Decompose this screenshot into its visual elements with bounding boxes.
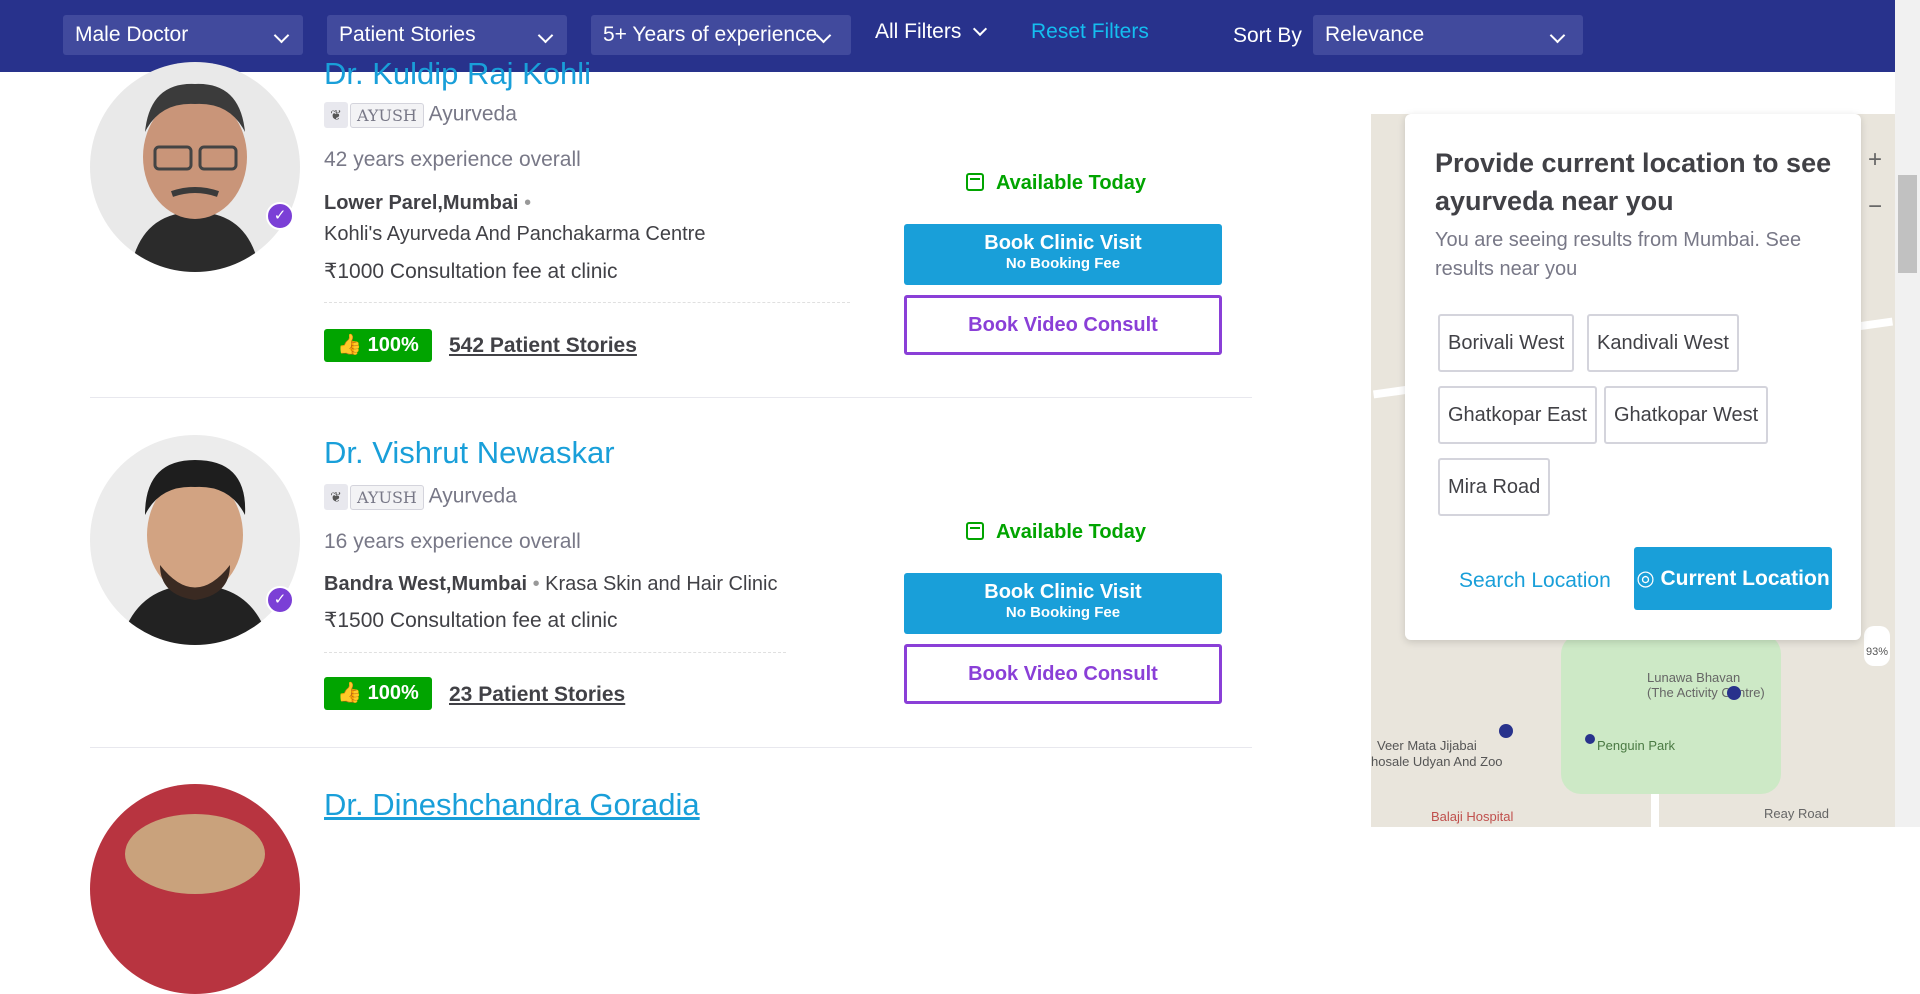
map-label: Balaji Hospital <box>1431 809 1514 824</box>
doctor-name-link[interactable]: Dr. Kuldip Raj Kohli <box>324 56 591 92</box>
card-divider <box>90 747 1252 748</box>
location-chip[interactable]: Ghatkopar West <box>1604 386 1769 444</box>
current-location-button[interactable]: ◎ Current Location <box>1634 547 1832 610</box>
map-label: Reay Road <box>1764 806 1830 821</box>
location-chip[interactable]: Mira Road <box>1438 458 1551 516</box>
doctor-avatar[interactable] <box>90 435 300 645</box>
verified-icon: ✓ <box>266 586 294 614</box>
consultation-fee: ₹1000 Consultation fee at clinic <box>324 260 618 283</box>
page-scrollbar[interactable] <box>1895 0 1920 827</box>
rating-badge: 👍 100% <box>324 677 432 710</box>
rating-value: 100% <box>367 682 419 704</box>
locality-label: Lower Parel,Mumbai <box>324 192 519 214</box>
experience-dropdown-label: 5+ Years of experience <box>603 23 818 46</box>
locality: Lower Parel,Mumbai • <box>324 192 532 214</box>
consultation-fee: ₹1500 Consultation fee at clinic <box>324 609 618 632</box>
location-popup: Provide current location to see ayurveda… <box>1405 114 1861 640</box>
clinic-name: Kohli's Ayurveda And Panchakarma Centre <box>324 223 706 245</box>
map-pin[interactable] <box>1585 734 1595 744</box>
reset-filters-link[interactable]: Reset Filters <box>1031 20 1149 44</box>
chevron-down-icon <box>537 27 554 44</box>
ayush-badge: AYUSH <box>350 484 424 510</box>
availability-label: Available Today <box>995 172 1147 194</box>
divider <box>324 652 786 653</box>
card-divider <box>90 397 1252 398</box>
map-rating-marker[interactable]: 93% <box>1864 626 1890 666</box>
stories-dropdown-label: Patient Stories <box>339 23 476 46</box>
map-label: Penguin Park <box>1597 738 1676 753</box>
verified-icon: ✓ <box>266 202 294 230</box>
locality: Bandra West,Mumbai • Krasa Skin and Hair… <box>324 573 778 595</box>
current-location-label: Current Location <box>1660 567 1830 590</box>
scrollbar-thumb[interactable] <box>1898 175 1917 273</box>
sort-dropdown-label: Relevance <box>1325 23 1425 46</box>
availability: Available Today <box>886 172 1226 195</box>
book-clinic-label: Book Clinic Visit <box>984 581 1142 603</box>
book-clinic-label: Book Clinic Visit <box>984 232 1142 254</box>
zoom-in-button[interactable]: + <box>1860 146 1890 176</box>
map-label: hosale Udyan And Zoo <box>1371 754 1503 769</box>
availability: Available Today <box>886 521 1226 544</box>
experience-dropdown[interactable]: 5+ Years of experience <box>591 15 851 55</box>
doctor-name-link[interactable]: Dr. Vishrut Newaskar <box>324 435 615 471</box>
stories-dropdown[interactable]: Patient Stories <box>327 15 567 55</box>
map-label: Lunawa Bhavan <box>1647 670 1741 685</box>
doctor-name-link[interactable]: Dr. Dineshchandra Goradia <box>324 787 700 823</box>
ayush-badge: AYUSH <box>350 102 424 128</box>
book-clinic-visit-button[interactable]: Book Clinic Visit No Booking Fee <box>904 224 1222 285</box>
location-chip[interactable]: Ghatkopar East <box>1438 386 1597 444</box>
gender-dropdown-label: Male Doctor <box>75 23 189 46</box>
calendar-icon <box>965 522 984 540</box>
sort-by-label: Sort By <box>1233 24 1302 47</box>
rating-badge: 👍 100% <box>324 329 432 362</box>
clinic-name: Krasa Skin and Hair Clinic <box>545 573 778 595</box>
map-park <box>1561 634 1781 794</box>
chevron-down-icon <box>273 27 290 44</box>
location-chip[interactable]: Kandivali West <box>1587 314 1739 372</box>
patient-stories-link[interactable]: 542 Patient Stories <box>449 334 637 358</box>
chevron-down-icon <box>1549 27 1566 44</box>
no-booking-fee-label: No Booking Fee <box>1005 255 1121 272</box>
patient-stories-link[interactable]: 23 Patient Stories <box>449 683 625 707</box>
book-clinic-visit-button[interactable]: Book Clinic Visit No Booking Fee <box>904 573 1222 634</box>
ayush-icon: ❦ <box>324 484 348 510</box>
locality-label: Bandra West,Mumbai <box>324 573 527 595</box>
map-label: Veer Mata Jijabai <box>1377 738 1477 753</box>
sort-dropdown[interactable]: Relevance <box>1313 15 1583 55</box>
specialty-label: Ayurveda <box>428 102 517 126</box>
search-location-link[interactable]: Search Location <box>1459 569 1611 593</box>
specialty-label: Ayurveda <box>428 484 517 508</box>
experience-text: 42 years experience overall <box>324 148 581 171</box>
no-booking-fee-label: No Booking Fee <box>1005 604 1121 621</box>
gender-dropdown[interactable]: Male Doctor <box>63 15 303 55</box>
availability-label: Available Today <box>995 521 1147 543</box>
popup-title: Provide current location to see ayurveda… <box>1435 148 1832 216</box>
experience-text: 16 years experience overall <box>324 530 581 553</box>
ayush-icon: ❦ <box>324 102 348 128</box>
all-filters-label: All Filters <box>875 20 962 43</box>
chevron-down-icon <box>815 27 832 44</box>
chevron-down-icon <box>973 21 988 37</box>
rating-value: 100% <box>367 334 419 356</box>
doctor-avatar[interactable] <box>90 62 300 272</box>
map-pin[interactable] <box>1499 724 1513 738</box>
zoom-out-button[interactable]: − <box>1860 193 1890 223</box>
specialty: ❦ AYUSH Ayurveda <box>324 102 517 128</box>
book-video-consult-button[interactable]: Book Video Consult <box>904 644 1222 704</box>
all-filters-button[interactable]: All Filters <box>875 20 988 44</box>
popup-subtitle: You are seeing results from Mumbai. See … <box>1435 229 1802 280</box>
calendar-icon <box>965 173 984 191</box>
doctor-avatar[interactable] <box>90 784 300 994</box>
crosshair-icon: ◎ <box>1636 567 1655 590</box>
map-label: (The Activity Centre) <box>1647 685 1765 700</box>
location-chip[interactable]: Borivali West <box>1438 314 1575 372</box>
book-video-consult-button[interactable]: Book Video Consult <box>904 295 1222 355</box>
filter-bar: Male Doctor Patient Stories 5+ Years of … <box>0 0 1895 72</box>
map-pin[interactable] <box>1727 686 1741 700</box>
divider <box>324 302 850 303</box>
specialty: ❦ AYUSH Ayurveda <box>324 484 517 510</box>
